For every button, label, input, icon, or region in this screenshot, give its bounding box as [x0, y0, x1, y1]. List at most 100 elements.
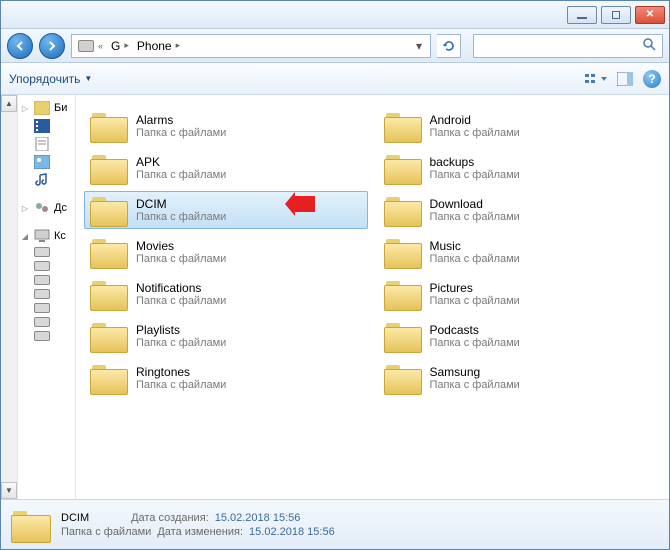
tree-item[interactable] [20, 117, 73, 135]
folder-item[interactable]: AlarmsПапка с файлами [84, 107, 368, 145]
folder-type: Папка с файлами [430, 211, 520, 223]
folder-item[interactable]: AndroidПапка с файлами [378, 107, 662, 145]
folder-text: PodcastsПапка с файлами [430, 323, 520, 349]
organize-button[interactable]: Упорядочить ▼ [9, 72, 92, 86]
forward-button[interactable] [39, 33, 65, 59]
titlebar: ✕ [1, 1, 669, 29]
tree-item[interactable] [20, 287, 73, 301]
tree-item[interactable] [20, 171, 73, 189]
folder-item[interactable]: DCIMПапка с файлами [84, 191, 368, 229]
folder-text: backupsПапка с файлами [430, 155, 520, 181]
folder-type: Папка с файлами [136, 127, 226, 139]
drive-icon [34, 247, 50, 257]
chevron-right-icon: « [98, 41, 103, 51]
scroll-down-button[interactable]: ▼ [1, 482, 17, 499]
folder-text: MusicПапка с файлами [430, 239, 520, 265]
drive-icon [34, 303, 50, 313]
folder-item[interactable]: SamsungПапка с файлами [378, 359, 662, 397]
folder-item[interactable]: MusicПапка с файлами [378, 233, 662, 271]
status-created-label: Дата создания: [131, 512, 209, 524]
folder-item[interactable]: backupsПапка с файлами [378, 149, 662, 187]
refresh-button[interactable] [437, 34, 461, 58]
view-options-button[interactable] [585, 72, 607, 86]
tree-item[interactable]: ▷ Дс [20, 199, 73, 217]
content-pane[interactable]: AlarmsПапка с файламиAndroidПапка с файл… [76, 95, 669, 499]
breadcrumb-drive-label: G [111, 39, 120, 53]
tree-item[interactable] [20, 315, 73, 329]
breadcrumb-dropdown[interactable]: ▾ [410, 39, 428, 53]
breadcrumb-root[interactable]: « [74, 40, 107, 52]
folder-item[interactable]: NotificationsПапка с файлами [84, 275, 368, 313]
breadcrumb-drive[interactable]: G ▸ [107, 39, 133, 53]
tree-item[interactable] [20, 153, 73, 171]
tree-item[interactable] [20, 301, 73, 315]
red-arrow-icon [285, 192, 315, 216]
folder-type: Папка с файлами [430, 295, 520, 307]
folder-item[interactable]: APKПапка с файлами [84, 149, 368, 187]
sidebar: ▷ Би ▷ Дс ◢ Кс [18, 95, 76, 499]
search-input[interactable] [473, 34, 663, 58]
folder-text: APKПапка с файлами [136, 155, 226, 181]
folder-icon [384, 237, 420, 267]
tree-item[interactable] [20, 135, 73, 153]
folder-item[interactable]: MoviesПапка с файлами [84, 233, 368, 271]
status-modified-value: 15.02.2018 15:56 [249, 526, 335, 538]
folder-type: Папка с файлами [430, 169, 520, 181]
folder-icon [11, 509, 49, 541]
folder-name: Download [430, 197, 520, 211]
folder-item[interactable]: PodcastsПапка с файлами [378, 317, 662, 355]
folder-item[interactable]: DownloadПапка с файлами [378, 191, 662, 229]
folder-text: PicturesПапка с файлами [430, 281, 520, 307]
drive-icon [78, 40, 94, 52]
folder-icon [90, 237, 126, 267]
tree-item[interactable]: ◢ Кс [20, 227, 73, 245]
chevron-right-icon: ▷ [20, 104, 30, 113]
sidebar-scrollbar[interactable]: ▲ ▼ [1, 95, 18, 499]
status-text: DCIM Дата создания: 15.02.2018 15:56 Пап… [61, 512, 335, 538]
folder-name: Alarms [136, 113, 226, 127]
folder-name: Podcasts [430, 323, 520, 337]
tree-item[interactable] [20, 329, 73, 343]
drive-icon [34, 289, 50, 299]
tree-item[interactable]: ▷ Би [20, 99, 73, 117]
scroll-track[interactable] [1, 112, 17, 482]
folder-name: APK [136, 155, 226, 169]
folder-type: Папка с файлами [136, 211, 226, 223]
folder-text: DCIMПапка с файлами [136, 197, 226, 223]
close-button[interactable]: ✕ [635, 6, 665, 24]
arrow-left-icon [14, 40, 26, 52]
preview-pane-button[interactable] [617, 72, 633, 86]
maximize-button[interactable] [601, 6, 631, 24]
folder-type: Папка с файлами [136, 379, 226, 391]
explorer-window: ✕ « G ▸ Phone ▸ ▾ [0, 0, 670, 550]
folder-icon [384, 111, 420, 141]
folder-icon [90, 153, 126, 183]
breadcrumb-folder[interactable]: Phone ▸ [133, 39, 184, 53]
help-button[interactable]: ? [643, 70, 661, 88]
folder-type: Папка с файлами [430, 253, 520, 265]
status-created-value: 15.02.2018 15:56 [215, 512, 301, 524]
folder-grid: AlarmsПапка с файламиAndroidПапка с файл… [84, 107, 661, 397]
folder-item[interactable]: PicturesПапка с файлами [378, 275, 662, 313]
library-icon [34, 101, 50, 115]
status-name: DCIM [61, 512, 89, 524]
tree-item[interactable] [20, 259, 73, 273]
folder-name: Pictures [430, 281, 520, 295]
breadcrumb[interactable]: « G ▸ Phone ▸ ▾ [71, 34, 431, 58]
folder-item[interactable]: PlaylistsПапка с файлами [84, 317, 368, 355]
chevron-down-icon: ◢ [20, 232, 30, 241]
minimize-button[interactable] [567, 6, 597, 24]
toolbar-right: ? [585, 70, 661, 88]
tree-item[interactable] [20, 245, 73, 259]
folder-type: Папка с файлами [136, 295, 226, 307]
folder-name: backups [430, 155, 520, 169]
status-modified-label: Дата изменения: [157, 526, 243, 538]
chevron-right-icon: ▸ [176, 40, 181, 51]
computer-icon [34, 229, 50, 243]
folder-item[interactable]: RingtonesПапка с файлами [84, 359, 368, 397]
tree-item[interactable] [20, 273, 73, 287]
scroll-up-button[interactable]: ▲ [1, 95, 17, 112]
document-icon [34, 137, 50, 151]
back-button[interactable] [7, 33, 33, 59]
folder-text: AlarmsПапка с файлами [136, 113, 226, 139]
